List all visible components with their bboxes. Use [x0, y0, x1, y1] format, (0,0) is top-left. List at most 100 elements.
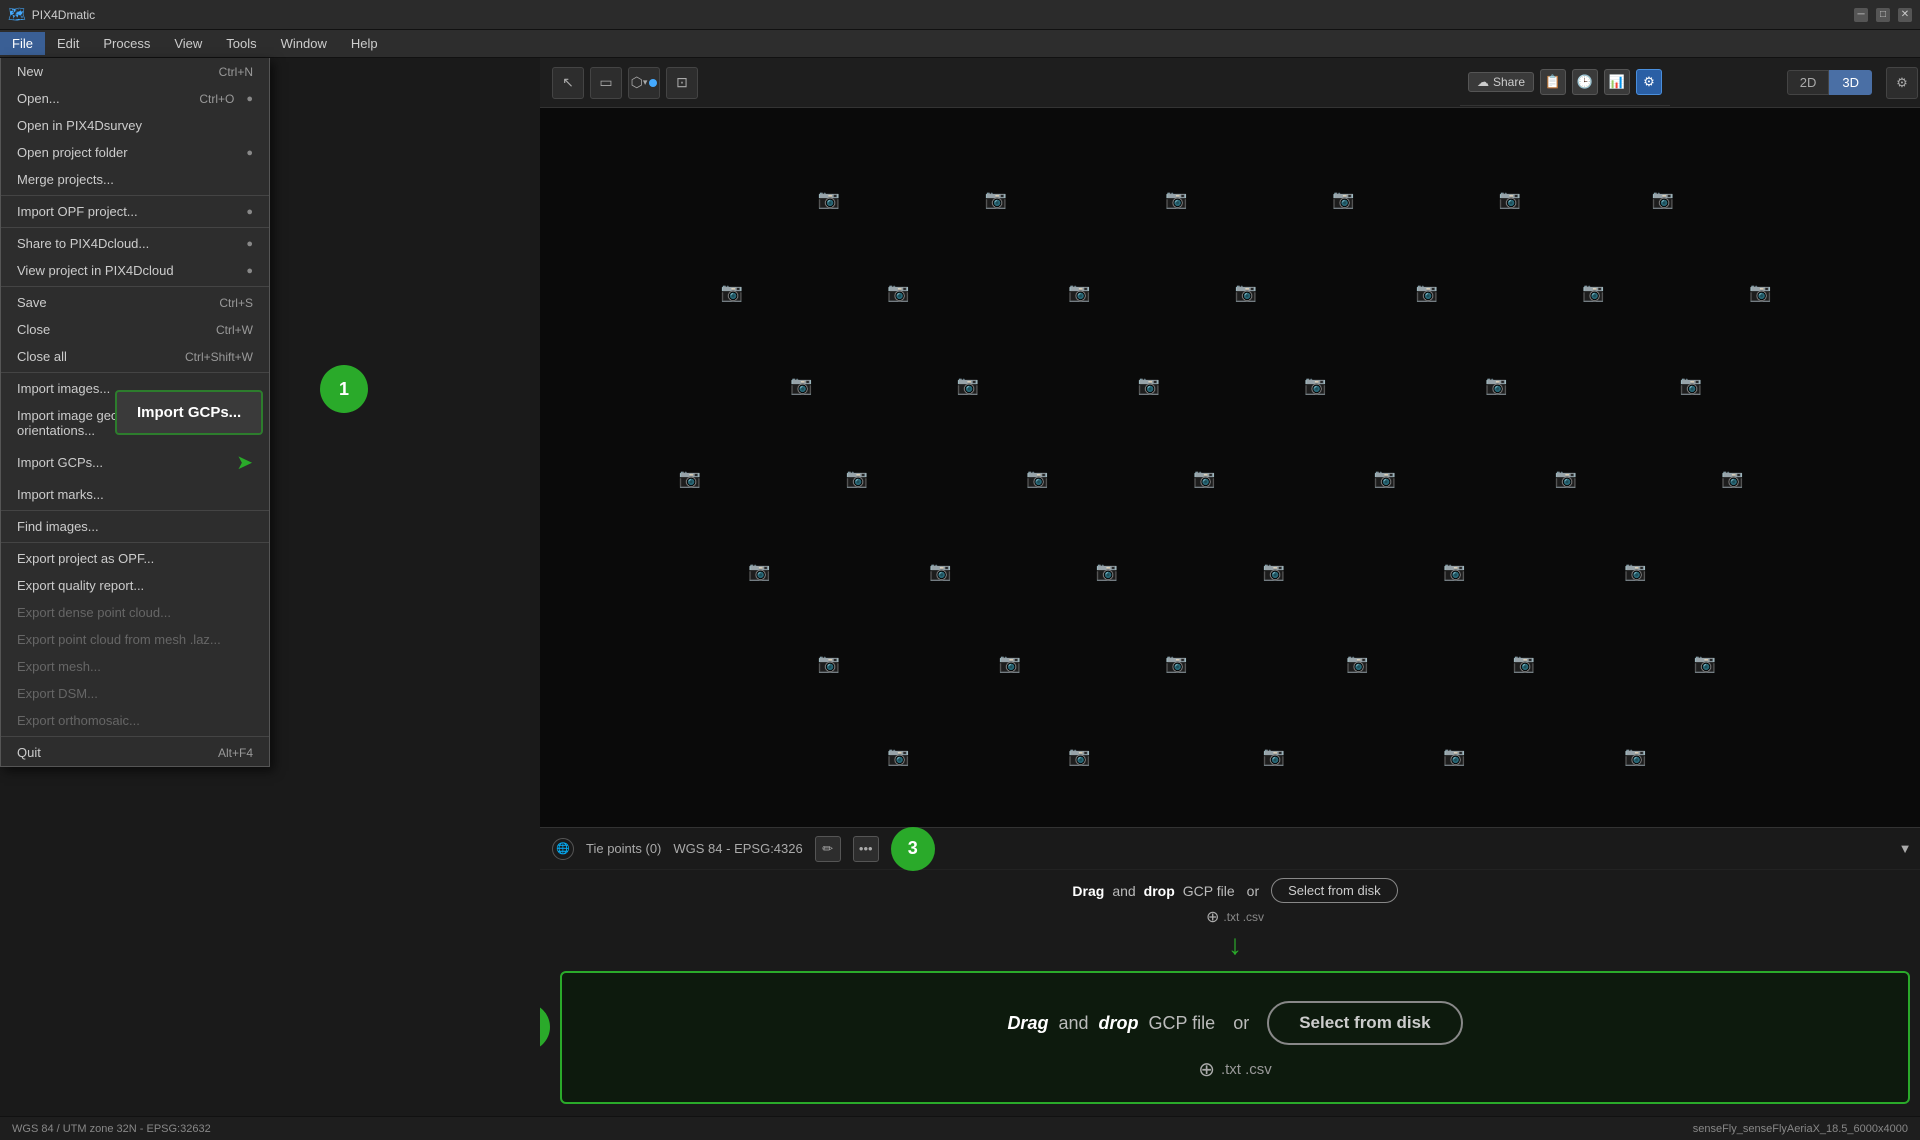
view-2d-button[interactable]: 2D: [1787, 70, 1830, 95]
menu-close[interactable]: CloseCtrl+W: [1, 316, 269, 343]
window-controls: ─ □ ✕: [1854, 8, 1912, 22]
down-arrow-icon: ↓: [1228, 929, 1242, 961]
camera-icon: 📷: [749, 562, 771, 580]
menu-merge-projects[interactable]: Merge projects...: [1, 166, 269, 193]
menu-export-mesh: Export mesh...: [1, 653, 269, 680]
gcp-dropzone-large[interactable]: 2 Drag and drop GCP file or Select from …: [560, 971, 1910, 1104]
camera-icon: 📷: [1138, 376, 1160, 394]
camera-icon: 📷: [1068, 283, 1090, 301]
menu-file[interactable]: File: [0, 32, 45, 55]
collapse-panel-button[interactable]: ▼: [1892, 836, 1918, 862]
select-from-disk-button-small[interactable]: Select from disk: [1271, 878, 1397, 903]
app-icon: 🗺: [8, 6, 26, 23]
camera-icon: 📷: [1444, 562, 1466, 580]
bottom-panel: 🌐 Tie points (0) WGS 84 - EPSG:4326 ✏ ••…: [540, 827, 1920, 1116]
camera-icon: 📷: [1374, 469, 1396, 487]
camera-icon: 📷: [818, 191, 840, 209]
view-3d-button[interactable]: 3D: [1829, 70, 1872, 95]
drag-large-text: Drag: [1007, 1013, 1048, 1034]
minimize-button[interactable]: ─: [1854, 8, 1868, 22]
separator-2: [1, 227, 269, 228]
camera-icon: 📷: [1193, 469, 1215, 487]
gcp-dropzone-small[interactable]: Drag and drop GCP file or Select from di…: [540, 870, 1920, 927]
settings-button[interactable]: ⚙: [1636, 69, 1662, 95]
camera-icon: 📷: [846, 469, 868, 487]
menu-close-all[interactable]: Close allCtrl+Shift+W: [1, 343, 269, 370]
camera-icon: 📷: [1235, 283, 1257, 301]
menu-open-pix4dsurvey[interactable]: Open in PIX4Dsurvey: [1, 112, 269, 139]
menu-edit[interactable]: Edit: [45, 32, 91, 55]
badge-2: 2: [540, 1003, 550, 1051]
camera-icon: 📷: [1444, 748, 1466, 766]
maximize-button[interactable]: □: [1876, 8, 1890, 22]
crosshair-large-icon: ⊕: [1198, 1057, 1215, 1082]
header-actions: ☁ Share 📋 🕒 📊 ⚙: [1460, 58, 1670, 106]
import-gcps-tooltip-text: Import GCPs...: [137, 404, 241, 421]
select-from-disk-button-large[interactable]: Select from disk: [1267, 1001, 1462, 1045]
viewport-settings-button[interactable]: ⚙: [1886, 67, 1918, 99]
camera-icon: 📷: [1652, 191, 1674, 209]
viewport-toolbar: ↖ ▭ ⬡ ▾ ⊡ 2D 3D ⚙: [540, 58, 1920, 108]
camera-icon: 📷: [985, 191, 1007, 209]
menu-export-opf[interactable]: Export project as OPF...: [1, 545, 269, 572]
menu-find-images[interactable]: Find images...: [1, 513, 269, 540]
menu-export-quality[interactable]: Export quality report...: [1, 572, 269, 599]
menu-open-project-folder[interactable]: Open project folder ●: [1, 139, 269, 166]
menu-import-opf[interactable]: Import OPF project... ●: [1, 198, 269, 225]
drag-text: Drag: [1072, 883, 1104, 899]
menubar: File Edit Process View Tools Window Help: [0, 30, 1920, 58]
crop-tool-button[interactable]: ⊡: [666, 67, 698, 99]
select-tool-button[interactable]: ↖: [552, 67, 584, 99]
close-button[interactable]: ✕: [1898, 8, 1912, 22]
menu-quit[interactable]: QuitAlt+F4: [1, 739, 269, 766]
camera-icon: 📷: [1346, 655, 1368, 673]
menu-view-pix4dcloud[interactable]: View project in PIX4Dcloud ●: [1, 257, 269, 284]
camera-icon: 📷: [1096, 562, 1118, 580]
menu-import-marks[interactable]: Import marks...: [1, 481, 269, 508]
menu-export-ortho: Export orthomosaic...: [1, 707, 269, 734]
tie-points-bar: 🌐 Tie points (0) WGS 84 - EPSG:4326 ✏ ••…: [540, 828, 1920, 870]
menu-export-mesh-laz: Export point cloud from mesh .laz...: [1, 626, 269, 653]
menu-import-gcps[interactable]: Import GCPs... ➤: [1, 444, 269, 481]
menu-tools[interactable]: Tools: [214, 32, 268, 55]
clipboard-button[interactable]: 📋: [1540, 69, 1566, 95]
camera-icon: 📷: [1263, 562, 1285, 580]
app-title: PIX4Dmatic: [32, 8, 1854, 22]
more-options-button[interactable]: •••: [853, 836, 879, 862]
camera-icon: 📷: [1694, 655, 1716, 673]
camera-icon: 📷: [1485, 376, 1507, 394]
menu-new[interactable]: NewCtrl+N: [1, 58, 269, 85]
camera-icon: 📷: [818, 655, 840, 673]
camera-icon: 📷: [1263, 748, 1285, 766]
statusbar-crs: WGS 84 / UTM zone 32N - EPSG:32632: [12, 1123, 211, 1135]
rect-tool-button[interactable]: ▭: [590, 67, 622, 99]
camera-icon: 📷: [999, 655, 1021, 673]
camera-icon: 📷: [1680, 376, 1702, 394]
menu-process[interactable]: Process: [91, 32, 162, 55]
file-types-small: .txt .csv: [1223, 910, 1264, 924]
separator-7: [1, 736, 269, 737]
crs-label: WGS 84 - EPSG:4326: [673, 841, 802, 856]
badge-3: 3: [891, 827, 935, 871]
share-button[interactable]: ☁ Share: [1468, 72, 1534, 92]
separator-4: [1, 372, 269, 373]
tool-indicator: [649, 79, 657, 87]
menu-window[interactable]: Window: [269, 32, 339, 55]
chart-button[interactable]: 📊: [1604, 69, 1630, 95]
camera-icon: 📷: [1624, 748, 1646, 766]
menu-help[interactable]: Help: [339, 32, 390, 55]
statusbar-camera: senseFly_senseFlyAeriaX_18.5_6000x4000: [1693, 1123, 1908, 1135]
menu-view[interactable]: View: [162, 32, 214, 55]
camera-icon: 📷: [1166, 655, 1188, 673]
menu-open[interactable]: Open... Ctrl+O ●: [1, 85, 269, 112]
history-button[interactable]: 🕒: [1572, 69, 1598, 95]
edit-crs-button[interactable]: ✏: [815, 836, 841, 862]
menu-share-pix4dcloud[interactable]: Share to PIX4Dcloud... ●: [1, 230, 269, 257]
shape-tool-button[interactable]: ⬡ ▾: [628, 67, 660, 99]
tie-points-label: Tie points (0): [586, 841, 661, 856]
camera-icon: 📷: [1068, 748, 1090, 766]
camera-icon: 📷: [1332, 191, 1354, 209]
menu-save[interactable]: SaveCtrl+S: [1, 289, 269, 316]
separator-1: [1, 195, 269, 196]
camera-icon: 📷: [1722, 469, 1744, 487]
